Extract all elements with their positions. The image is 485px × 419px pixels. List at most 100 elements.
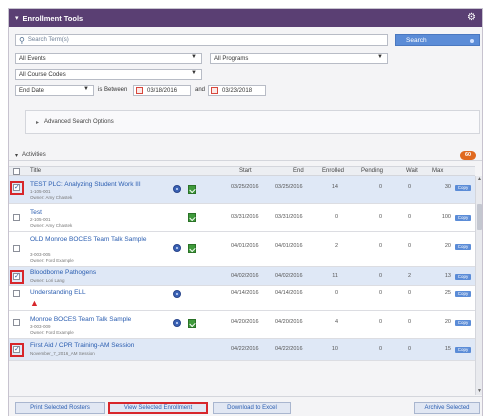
copy-button[interactable]: Copy [455,215,471,221]
print-selected-rosters-button[interactable]: Print Selected Rosters [15,402,105,414]
date-type-select[interactable]: End Date ▼ [15,85,94,96]
max-count: 100 [441,214,451,220]
highlight-box [10,181,24,195]
enrolled-count: 0 [334,290,338,296]
row-checkbox[interactable] [13,214,20,221]
copy-button[interactable]: Copy [455,291,471,297]
column-header-wait[interactable]: Wait [406,168,418,174]
activity-title-link[interactable]: Test [30,209,42,216]
document-check-icon[interactable] [188,185,196,194]
copy-button[interactable]: Copy [455,185,471,191]
enrolled-count: 0 [334,214,338,220]
start-date-value: 03/18/2016 [147,87,178,94]
start-date: 04/14/2016 [231,290,259,296]
row-checkbox[interactable] [13,245,20,252]
programs-select[interactable]: All Programs ▼ [210,53,388,64]
scroll-down-icon[interactable]: ▼ [476,388,483,395]
table-row[interactable]: Test 2-105-001 Owner: Amy Chastek 03/31/… [9,204,475,232]
calendar-icon[interactable] [136,87,143,94]
action-footer: Print Selected Rosters View Selected Enr… [9,396,482,416]
wait-count: 0 [407,346,411,352]
activity-title-link[interactable]: Monroe BOCES Team Talk Sample [30,316,131,323]
activities-header[interactable]: ▾ Activities 60 [9,150,482,161]
table-row[interactable]: Understanding ELL ▲ 04/14/2016 04/14/201… [9,286,475,311]
highlight-box [10,343,24,357]
search-input[interactable]: ⚲ Search Term(s) [15,34,388,46]
row-checkbox[interactable] [13,319,20,326]
activity-title-link[interactable]: Understanding ELL [30,289,86,296]
table-row[interactable]: First Aid / CPR Training-AM Session Nove… [9,339,475,361]
copy-button[interactable]: Copy [455,320,471,326]
end-date-field[interactable]: 03/23/2018 [208,85,266,96]
copy-button[interactable]: Copy [455,347,471,353]
warning-icon: ▲ [30,298,39,308]
activity-title-link[interactable]: Bloodborne Pathogens [30,269,96,276]
view-selected-enrollment-button[interactable]: View Selected Enrollment [108,402,208,414]
column-header-pending[interactable]: Pending [361,168,383,174]
activity-owner: Owner: Lori Lang [30,278,65,283]
advanced-search-toggle[interactable]: ▸ Advanced Search Options [25,110,480,134]
end-date: 04/01/2016 [275,243,303,249]
collapse-caret-icon[interactable]: ▾ [15,14,19,22]
start-date: 04/02/2016 [231,273,259,279]
pending-count: 0 [378,243,382,249]
scroll-up-icon[interactable]: ▲ [476,176,483,183]
search-icon: ⚲ [19,35,25,45]
column-header-start[interactable]: Start [239,168,252,174]
end-date: 04/14/2016 [275,290,303,296]
max-count: 15 [444,346,451,352]
column-header-end[interactable]: End [293,168,304,174]
wait-count: 0 [407,243,411,249]
row-checkbox[interactable] [13,290,20,297]
activities-label: Activities [22,152,46,158]
search-button[interactable]: Search [395,34,480,46]
table-header: Title Start End Enrolled Pending Wait Ma… [9,166,475,176]
wait-count: 2 [407,273,411,279]
max-count: 25 [444,290,451,296]
table-row[interactable]: OLD Monroe BOCES Team Talk Sample 3-003-… [9,232,475,267]
panel-header: ▾ Enrollment Tools ⚙ [9,9,482,27]
table-row[interactable]: TEST PLC: Analyzing Student Work III 1-1… [9,176,475,204]
scroll-thumb[interactable] [477,204,482,230]
select-all-checkbox[interactable] [13,168,20,175]
copy-button[interactable]: Copy [455,244,471,250]
table-row[interactable]: Monroe BOCES Team Talk Sample 3-003-009 … [9,311,475,339]
document-check-icon[interactable] [188,319,196,328]
download-to-excel-button[interactable]: Download to Excel [213,402,291,414]
pending-count: 0 [378,319,382,325]
document-check-icon[interactable] [188,244,196,253]
enrolled-count: 10 [331,346,338,352]
and-label: and [195,87,206,93]
activity-title-link[interactable]: OLD Monroe BOCES Team Talk Sample [30,236,146,243]
search-options-dot-icon[interactable] [470,39,474,43]
end-date: 03/25/2016 [275,184,303,190]
events-select[interactable]: All Events ▼ [15,53,202,64]
end-date: 04/02/2016 [275,273,303,279]
info-circle-icon[interactable] [173,319,181,327]
document-check-icon[interactable] [188,213,196,222]
activity-title-link[interactable]: First Aid / CPR Training-AM Session [30,342,134,349]
gear-icon[interactable]: ⚙ [467,12,476,23]
activity-owner: Owner: Ford Example [30,330,74,335]
calendar-icon[interactable] [211,87,218,94]
enrolled-count: 4 [334,319,338,325]
info-circle-icon[interactable] [173,185,181,193]
table-row[interactable]: Bloodborne Pathogens Owner: Lori Lang 04… [9,267,475,286]
archive-selected-button[interactable]: Archive Selected [414,402,480,414]
column-header-enrolled[interactable]: Enrolled [322,168,344,174]
wait-count: 0 [407,184,411,190]
pending-count: 0 [378,346,382,352]
table-scrollbar[interactable]: ▲ ▼ [475,176,482,395]
end-date: 04/20/2016 [275,319,303,325]
info-circle-icon[interactable] [173,290,181,298]
highlight-box [10,270,24,284]
column-header-max[interactable]: Max [432,168,443,174]
info-circle-icon[interactable] [173,244,181,252]
wait-count: 0 [407,319,411,325]
course-codes-select[interactable]: All Course Codes ▼ [15,69,202,80]
activity-title-link[interactable]: TEST PLC: Analyzing Student Work III [30,181,141,188]
pending-count: 0 [378,184,382,190]
column-header-title[interactable]: Title [30,168,41,174]
start-date-field[interactable]: 03/18/2016 [133,85,191,96]
copy-button[interactable]: Copy [455,274,471,280]
